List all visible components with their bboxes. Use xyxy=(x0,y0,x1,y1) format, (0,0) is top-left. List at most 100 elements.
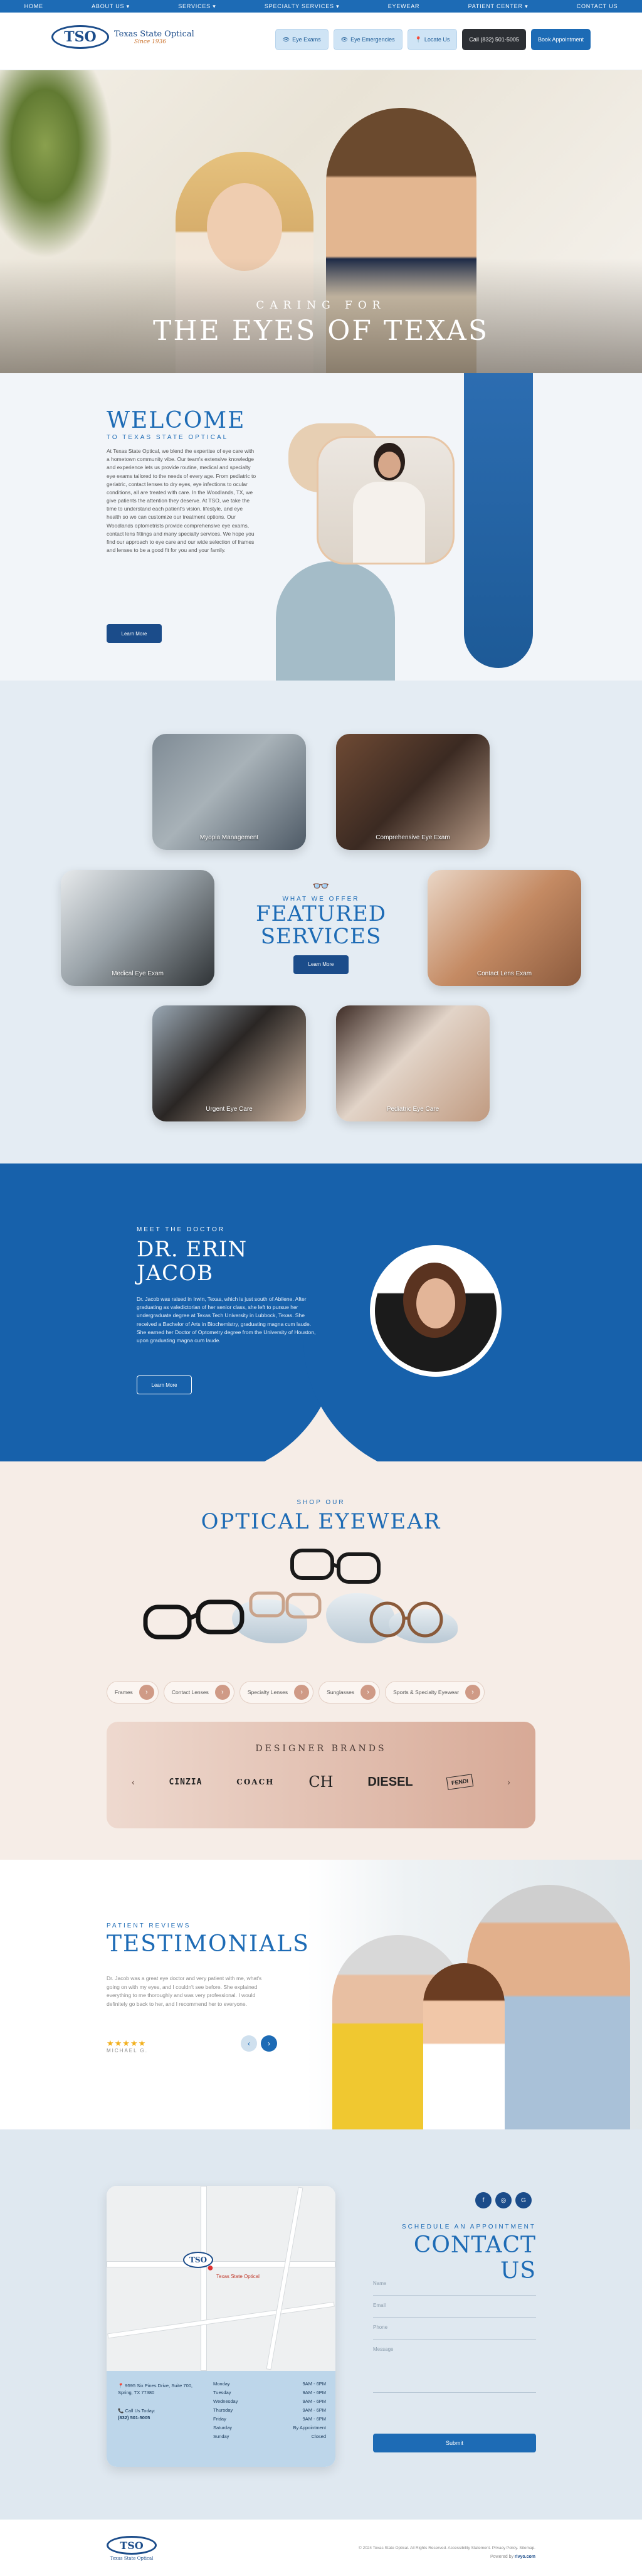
services-title: FEATURED SERVICES xyxy=(249,903,393,948)
decorative-grey-shape xyxy=(276,561,395,681)
nav-patient-center[interactable]: PATIENT CENTER ▾ xyxy=(468,3,529,10)
map-road xyxy=(107,2261,335,2267)
designer-brands-carousel: DESIGNER BRANDS ‹ CINZIA COACH CH DIESEL… xyxy=(107,1722,535,1828)
locate-us-button[interactable]: 📍 Locate Us xyxy=(407,29,458,50)
site-logo[interactable]: TSO Texas State Optical Since 1936 xyxy=(51,25,194,49)
brand-logo-coach[interactable]: COACH xyxy=(236,1778,274,1786)
hours-day: Sunday xyxy=(213,2434,229,2439)
doctor-name: DR. ERIN JACOB xyxy=(137,1238,247,1285)
category-contact-lenses[interactable]: Contact Lenses › xyxy=(163,1681,234,1704)
logo-mark: TSO xyxy=(51,25,109,49)
eyeglasses-icon xyxy=(143,1549,443,1640)
hours-time: 9AM - 6PM xyxy=(302,2381,326,2387)
call-label: Call (832) 501-5005 xyxy=(469,36,519,43)
location-phone[interactable]: 📞 Call Us Today: (832) 501-5005 xyxy=(118,2407,199,2422)
name-field[interactable]: Name xyxy=(373,2277,536,2296)
family-child xyxy=(423,1963,505,2129)
brand-logo-cinzia[interactable]: CINZIA xyxy=(169,1778,202,1787)
category-specialty-lenses[interactable]: Specialty Lenses › xyxy=(239,1681,314,1704)
doctor-eyebrow: MEET THE DOCTOR xyxy=(137,1226,226,1233)
service-card-medical[interactable]: Medical Eye Exam xyxy=(61,870,214,986)
submit-button[interactable]: Submit xyxy=(373,2434,536,2452)
nav-services[interactable]: SERVICES ▾ xyxy=(178,3,216,10)
call-button[interactable]: Call (832) 501-5005 xyxy=(462,29,526,50)
map-pin-icon: 📍 xyxy=(118,2383,125,2388)
location-info: 📍 9595 Six Pines Drive, Suite 700, Sprin… xyxy=(107,2371,335,2467)
testimonial-next-button[interactable]: › xyxy=(261,2035,277,2052)
arrow-right-icon: › xyxy=(360,1685,376,1700)
hours-day: Thursday xyxy=(213,2407,233,2413)
location-address: 📍 9595 Six Pines Drive, Suite 700, Sprin… xyxy=(118,2382,199,2397)
category-frames[interactable]: Frames › xyxy=(107,1681,159,1704)
service-card-urgent[interactable]: Urgent Eye Care xyxy=(152,1005,306,1121)
phone-field[interactable]: Phone xyxy=(373,2321,536,2340)
header-actions: 👁 Eye Exams 👁 Eye Emergencies 📍 Locate Us C… xyxy=(275,29,591,50)
nav-eyewear[interactable]: EYEWEAR xyxy=(388,3,420,9)
address-text: 9595 Six Pines Drive, Suite 700, Spring,… xyxy=(118,2383,192,2396)
service-contact-lens-image xyxy=(428,870,581,986)
testimonials-family-image xyxy=(307,1860,642,2129)
brand-logo-ch[interactable]: CH xyxy=(308,1773,333,1791)
category-label: Contact Lenses xyxy=(171,1689,209,1695)
chevron-right-icon: › xyxy=(268,2039,270,2048)
doctor-learn-more-button[interactable]: Learn More xyxy=(137,1375,192,1394)
footer-logo[interactable]: TSO Texas State Optical xyxy=(107,2536,157,2561)
featured-services-section: Myopia Management Comprehensive Eye Exam… xyxy=(0,681,642,1163)
service-card-comprehensive[interactable]: Comprehensive Eye Exam xyxy=(336,734,490,850)
nav-specialty-services[interactable]: SPECIALTY SERVICES ▾ xyxy=(265,3,340,10)
map-pin-icon: ● xyxy=(207,2261,214,2274)
nav-contact[interactable]: CONTACT US xyxy=(577,3,618,9)
email-field[interactable]: Email xyxy=(373,2299,536,2318)
decorative-blue-shape xyxy=(464,373,533,668)
carousel-next-icon[interactable]: › xyxy=(507,1777,510,1787)
service-card-pediatric[interactable]: Pediatric Eye Care xyxy=(336,1005,490,1121)
hours-time: 9AM - 6PM xyxy=(302,2407,326,2413)
brands-row: ‹ CINZIA COACH CH DIESEL FENDI › xyxy=(132,1773,510,1791)
brand-logo-diesel[interactable]: DIESEL xyxy=(367,1775,413,1789)
hero-subtitle: CARING FOR xyxy=(256,299,386,312)
nav-about[interactable]: ABOUT US ▾ xyxy=(92,3,130,10)
welcome-learn-more-button[interactable]: Learn More xyxy=(107,624,162,643)
office-hours: Monday 9AM - 6PM Tuesday 9AM - 6PM Wednesd… xyxy=(213,2380,326,2441)
portrait-body xyxy=(353,482,425,563)
testimonial-quote: Dr. Jacob was a great eye doctor and ver… xyxy=(107,1975,262,2007)
chevron-left-icon: ‹ xyxy=(248,2039,250,2048)
footer-powered-by[interactable]: Powered by rivyo.com xyxy=(490,2555,535,2559)
hours-day: Saturday xyxy=(213,2425,233,2430)
welcome-eyebrow: TO TEXAS STATE OPTICAL xyxy=(107,434,229,441)
eye-exams-label: Eye Exams xyxy=(292,36,321,43)
meet-doctor-section: MEET THE DOCTOR DR. ERIN JACOB Dr. Jacob … xyxy=(0,1163,642,1461)
eye-emergencies-button[interactable]: 👁 Eye Emergencies xyxy=(333,29,403,50)
phone-label: Call Us Today: xyxy=(125,2408,155,2414)
eye-exams-button[interactable]: 👁 Eye Exams xyxy=(275,29,329,50)
message-field[interactable]: Message xyxy=(373,2343,536,2393)
service-card-label: Medical Eye Exam xyxy=(112,970,164,977)
service-card-label: Urgent Eye Care xyxy=(206,1106,253,1113)
book-appointment-button[interactable]: Book Appointment xyxy=(530,29,591,50)
category-label: Specialty Lenses xyxy=(247,1689,288,1695)
brand-logo-fendi[interactable]: FENDI xyxy=(446,1774,474,1790)
hours-row: Monday 9AM - 6PM xyxy=(213,2380,326,2388)
nav-home[interactable]: HOME xyxy=(24,3,43,9)
service-medical-image xyxy=(61,870,214,986)
carousel-prev-icon[interactable]: ‹ xyxy=(132,1777,135,1787)
footer-logo-mark: TSO xyxy=(107,2536,157,2555)
location-map[interactable]: TSO Texas State Optical ● xyxy=(107,2186,335,2371)
facebook-icon[interactable]: f xyxy=(475,2192,492,2208)
contact-title: CONTACT US xyxy=(413,2232,536,2284)
locate-us-label: Locate Us xyxy=(424,36,450,43)
service-card-myopia[interactable]: Myopia Management xyxy=(152,734,306,850)
instagram-icon[interactable]: ◎ xyxy=(495,2192,512,2208)
hero-banner: CARING FOR THE EYES OF TEXAS xyxy=(0,70,642,373)
category-label: Frames xyxy=(115,1689,133,1695)
site-header: TSO Texas State Optical Since 1936 👁 Eye … xyxy=(0,13,642,70)
hero-plant-image xyxy=(0,70,113,258)
category-sunglasses[interactable]: Sunglasses › xyxy=(318,1681,381,1704)
testimonial-prev-button[interactable]: ‹ xyxy=(241,2035,257,2052)
service-card-contact-lens[interactable]: Contact Lens Exam xyxy=(428,870,581,986)
star-rating-icon: ★★★★★ xyxy=(107,2038,147,2048)
doctor-name-line1: DR. ERIN xyxy=(137,1237,248,1262)
google-icon[interactable]: G xyxy=(515,2192,532,2208)
services-learn-more-button[interactable]: Learn More xyxy=(293,955,349,974)
category-sports-eyewear[interactable]: Sports & Specialty Eyewear › xyxy=(385,1681,485,1704)
